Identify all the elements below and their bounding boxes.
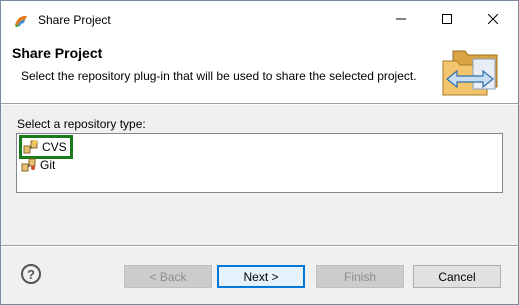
footer-divider-highlight — [1, 246, 518, 247]
next-button[interactable]: Next > — [217, 265, 305, 288]
list-item-label: Git — [40, 158, 56, 172]
minimize-icon — [396, 13, 406, 27]
wizard-footer: ? < Back Next > Finish Cancel — [1, 249, 518, 304]
help-icon: ? — [27, 266, 35, 282]
minimize-button[interactable] — [378, 1, 424, 39]
list-item-git[interactable]: Git — [21, 155, 55, 175]
eclipse-app-icon — [13, 12, 29, 28]
back-button[interactable]: < Back — [124, 265, 212, 288]
share-project-banner-icon — [439, 43, 503, 99]
share-project-dialog: Share Project Share Project Select the r… — [0, 0, 519, 305]
maximize-icon — [442, 13, 452, 27]
help-button[interactable]: ? — [21, 264, 41, 284]
title-bar: Share Project — [1, 1, 518, 39]
repository-type-list[interactable]: CVS Git — [16, 133, 503, 193]
page-title: Share Project — [12, 45, 103, 61]
window-title: Share Project — [38, 13, 111, 27]
finish-button[interactable]: Finish — [316, 265, 404, 288]
close-button[interactable] — [470, 1, 516, 39]
close-icon — [487, 13, 499, 27]
cancel-button[interactable]: Cancel — [413, 265, 501, 288]
git-icon — [21, 157, 37, 173]
list-item-cvs[interactable]: CVS — [19, 135, 73, 159]
list-item-label: CVS — [42, 140, 67, 154]
wizard-body: Select a repository type: CVS Git — [1, 105, 518, 245]
maximize-button[interactable] — [424, 1, 470, 39]
page-description: Select the repository plug-in that will … — [21, 69, 417, 83]
wizard-header: Share Project Select the repository plug… — [1, 39, 518, 103]
cvs-icon — [23, 139, 39, 155]
repository-type-label: Select a repository type: — [17, 117, 146, 131]
